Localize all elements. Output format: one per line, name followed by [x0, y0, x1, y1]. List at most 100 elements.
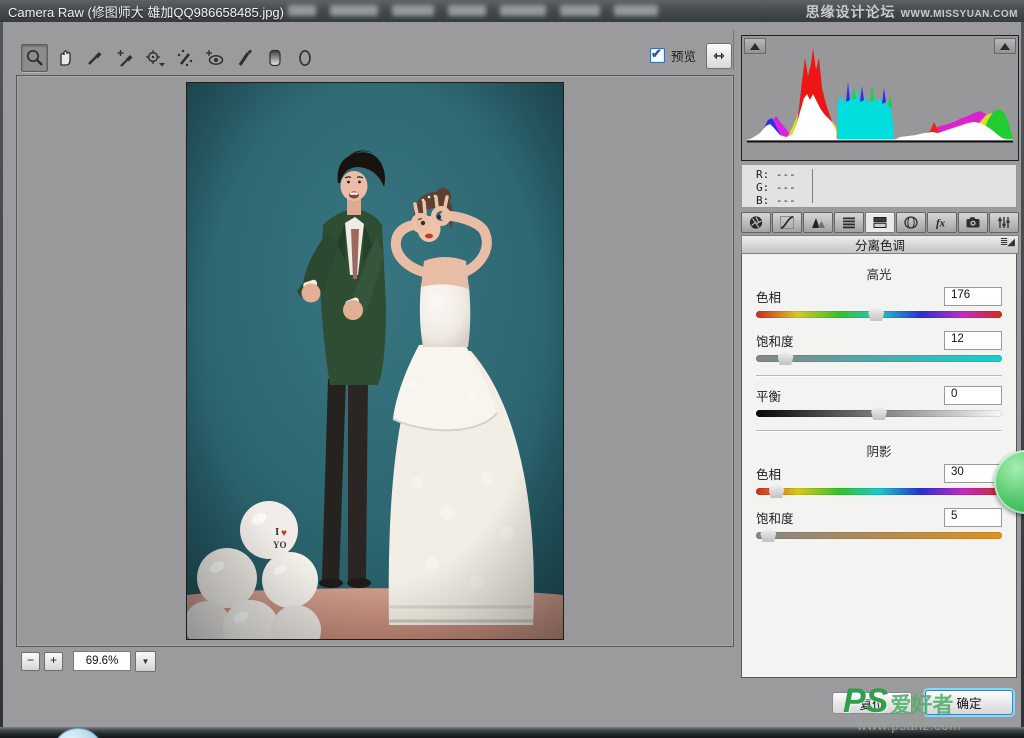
shadow-saturation-value[interactable]: 5: [944, 508, 1002, 527]
check-icon: ✔: [651, 46, 662, 62]
panel-title: 分离色调: [855, 235, 905, 254]
split-toning-panel: 高光 色相 176 饱和度 12 平衡 0: [741, 254, 1017, 678]
lens-icon: [903, 215, 919, 230]
hsl-strips-icon: [841, 215, 857, 230]
highlight-hue-slider-row: 色相 176: [756, 287, 1002, 318]
panel-menu-icon[interactable]: ≣◢: [1000, 237, 1014, 248]
right-panel-column: R: --- G: --- B: ---: [741, 35, 1019, 678]
balance-track[interactable]: [756, 410, 1002, 417]
ok-button[interactable]: 确定: [925, 690, 1013, 715]
color-sampler-tool-button[interactable]: [111, 44, 138, 72]
shadow-hue-track[interactable]: [756, 488, 1002, 495]
sharpen-triangles-icon: [810, 215, 826, 230]
brush-icon: [234, 47, 256, 69]
blurred-taskbar-items: [288, 5, 658, 17]
tab-detail[interactable]: [803, 212, 833, 233]
slider-thumb[interactable]: [769, 483, 785, 498]
shadows-header: 阴影: [756, 441, 1002, 460]
zoom-level-field[interactable]: 69.6%: [73, 651, 131, 671]
highlight-hue-value[interactable]: 176: [944, 287, 1002, 306]
tab-presets[interactable]: [989, 212, 1019, 233]
hand-icon: [54, 47, 76, 69]
camera-raw-dialog: Camera Raw (修图师大 雄加QQ986658485.jpg) 思缘设计…: [0, 0, 1024, 738]
slider-thumb[interactable]: [760, 527, 776, 542]
eyedropper-icon: [84, 47, 106, 69]
slider-label: 平衡: [756, 386, 781, 405]
highlight-saturation-track[interactable]: [756, 355, 1002, 362]
targeted-adjustment-tool-button[interactable]: [141, 44, 168, 72]
tab-camera-calibration[interactable]: [958, 212, 988, 233]
highlights-header: 高光: [756, 264, 1002, 283]
svg-text:fx: fx: [936, 218, 946, 230]
preview-area[interactable]: I ♥ YO: [16, 75, 734, 647]
spot-brush-icon: [174, 47, 196, 69]
curve-icon: [779, 215, 795, 230]
hand-tool-button[interactable]: [51, 44, 78, 72]
triangle-icon: [1000, 43, 1010, 50]
divider: [756, 375, 1002, 377]
tab-lens-corrections[interactable]: [896, 212, 926, 233]
slider-label: 色相: [756, 287, 781, 306]
target-circle-icon: [143, 47, 167, 69]
magnifier-icon: [24, 47, 46, 69]
divider: [756, 430, 1002, 432]
zoom-in-button[interactable]: +: [44, 652, 63, 671]
shadow-clipping-button[interactable]: [744, 38, 766, 54]
tab-basic[interactable]: [741, 212, 771, 233]
panel-header: 分离色调 ≣◢: [741, 235, 1019, 254]
spot-removal-tool-button[interactable]: [171, 44, 198, 72]
balance-slider-row: 平衡 0: [756, 386, 1002, 417]
zoom-tool-button[interactable]: [21, 44, 48, 72]
highlight-saturation-value[interactable]: 12: [944, 331, 1002, 350]
window-title: Camera Raw (修图师大 雄加QQ986658485.jpg): [8, 2, 284, 21]
tab-effects[interactable]: fx: [927, 212, 957, 233]
sliders-icon: [996, 215, 1012, 230]
wedding-photo-illustration: I ♥ YO: [187, 83, 563, 639]
slider-label: 饱和度: [756, 331, 794, 350]
balance-value[interactable]: 0: [944, 386, 1002, 405]
slider-thumb[interactable]: [778, 350, 794, 365]
histogram: [741, 35, 1019, 161]
title-bar[interactable]: Camera Raw (修图师大 雄加QQ986658485.jpg) 思缘设计…: [0, 0, 1024, 22]
tab-tone-curve[interactable]: [772, 212, 802, 233]
fx-icon: fx: [934, 215, 950, 230]
highlight-saturation-slider-row: 饱和度 12: [756, 331, 1002, 362]
zoom-dropdown-button[interactable]: ▼: [135, 651, 156, 672]
eyedropper-plus-icon: [114, 47, 136, 69]
slider-thumb[interactable]: [871, 405, 887, 420]
toolbar-separator: [733, 30, 734, 70]
gradient-rect-icon: [264, 47, 286, 69]
adjustment-brush-tool-button[interactable]: [231, 44, 258, 72]
highlight-clipping-button[interactable]: [994, 38, 1016, 54]
radial-filter-tool-button[interactable]: [291, 44, 318, 72]
tab-split-toning[interactable]: [865, 212, 895, 233]
camera-icon: [965, 215, 981, 230]
triangle-icon: [750, 43, 760, 50]
toggle-fullscreen-button[interactable]: ⇿: [706, 43, 732, 69]
shadow-saturation-slider-row: 饱和度 5: [756, 508, 1002, 539]
shadow-hue-slider-row: 色相 30: [756, 464, 1002, 495]
slider-label: 色相: [756, 464, 781, 483]
graduated-filter-tool-button[interactable]: [261, 44, 288, 72]
oval-icon: [294, 47, 316, 69]
panel-tabs: fx: [741, 212, 1019, 233]
highlight-hue-track[interactable]: [756, 311, 1002, 318]
zoom-bar: − + 69.6% ▼: [21, 651, 156, 671]
white-balance-tool-button[interactable]: [81, 44, 108, 72]
shadow-saturation-track[interactable]: [756, 532, 1002, 539]
split-toning-icon: [872, 215, 888, 230]
window-frame-left: [0, 22, 3, 738]
tab-hsl-grayscale[interactable]: [834, 212, 864, 233]
missyuan-watermark: 思缘设计论坛 WWW.MISSYUAN.COM: [806, 2, 1018, 22]
histogram-plot: [742, 36, 1018, 158]
slider-label: 饱和度: [756, 508, 794, 527]
preview-checkbox[interactable]: ✔: [650, 48, 665, 63]
tool-bar: [21, 44, 318, 72]
preview-image[interactable]: I ♥ YO: [186, 82, 564, 640]
reset-button[interactable]: 复位: [832, 692, 912, 714]
zoom-out-button[interactable]: −: [21, 652, 40, 671]
preview-label: 预览: [671, 46, 696, 65]
slider-thumb[interactable]: [868, 306, 884, 321]
readout-divider: [812, 169, 813, 203]
red-eye-tool-button[interactable]: [201, 44, 228, 72]
